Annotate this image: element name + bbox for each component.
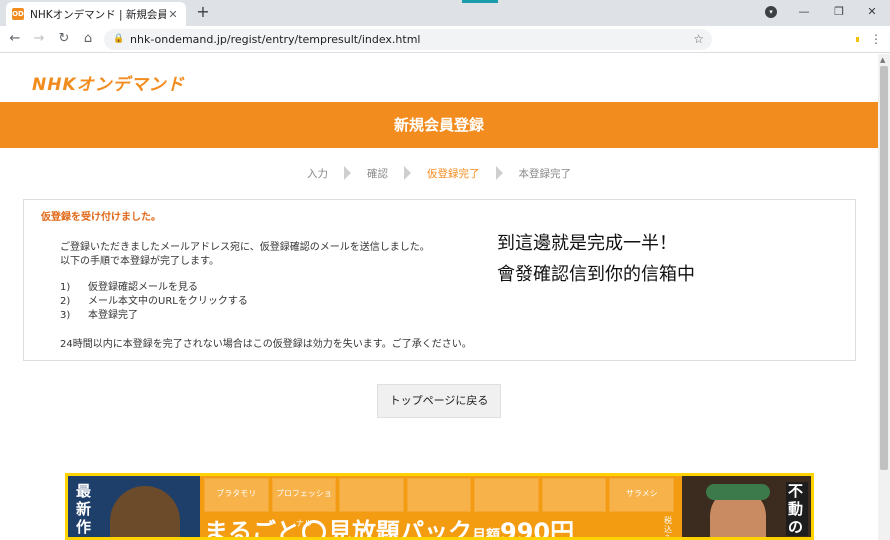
banner-left-panel: 最新作 (68, 476, 200, 537)
annotation-overlay: 到這邊就是完成一半！ 會發確認信到你的信箱中 (497, 228, 695, 290)
annotation-line: 會發確認信到你的信箱中 (497, 264, 695, 285)
url-text: nhk-ondemand.jp/regist/entry/tempresult/… (130, 33, 421, 46)
banner-person-image (110, 486, 180, 537)
site-logo[interactable]: NHKオンデマンド (32, 70, 185, 95)
home-icon[interactable]: ⌂ (79, 30, 97, 48)
page-title: 新規会員登録 (393, 116, 484, 134)
list-text: メール本文中のURLをクリックする (88, 296, 248, 307)
expiry-note: 24時間以内に本登録を完了されない場合はこの仮登録は効力を失います。ご了承くださ… (60, 339, 472, 350)
minimize-button[interactable]: — (790, 0, 818, 24)
tab-strip-indicator (462, 0, 498, 3)
window-close-button[interactable]: ✕ (858, 0, 886, 24)
promo-banner[interactable]: 最新作 ブラタモリ プロフェッショナル サラメシ まるごと 見放題パック月額990… (65, 473, 814, 540)
banner-left-text: 最新作 (76, 482, 92, 536)
step-confirm: 確認 (367, 167, 388, 180)
program-tile: ブラタモリ (204, 478, 269, 512)
banner-program-tiles: ブラタモリ プロフェッショナル サラメシ (204, 478, 675, 528)
page-scrollbar[interactable]: ▲ (878, 54, 890, 540)
notice-body-line: 以下の手順で本登録が完了します。 (60, 256, 219, 267)
address-toolbar: ← → ↻ ⌂ 🔒 nhk-ondemand.jp/regist/entry/t… (0, 26, 890, 53)
bookmark-star-icon[interactable]: ☆ (693, 29, 704, 50)
list-number: 3) (60, 310, 71, 321)
extension-icon[interactable] (856, 37, 859, 42)
step-temp-complete: 仮登録完了 (427, 167, 480, 180)
annotation-line: 到這邊就是完成一半！ (497, 233, 677, 254)
page-content: NHKオンデマンド 新規会員登録 入力 確認 仮登録完了 本登録完了 仮登録を受… (0, 54, 878, 540)
tab-close-icon[interactable]: ✕ (166, 8, 180, 21)
headline-text: まるごと (204, 518, 300, 540)
headline-price: 990円 (500, 518, 575, 540)
step-arrow-icon (495, 166, 503, 180)
back-to-top-button[interactable]: トップページに戻る (377, 384, 501, 418)
browser-menu-icon[interactable]: ⋮ (868, 30, 884, 48)
list-item: 2) メール本文中のURLをクリックする (60, 295, 248, 309)
url-input[interactable]: 🔒 nhk-ondemand.jp/regist/entry/tempresul… (104, 29, 712, 50)
step-final-complete: 本登録完了 (518, 167, 572, 180)
step-arrow-icon (344, 166, 351, 180)
forward-arrow-icon[interactable]: → (30, 30, 48, 48)
program-tile: プロフェッショナル (271, 478, 337, 528)
program-tile (339, 478, 404, 512)
list-number: 2) (60, 296, 71, 307)
profile-menu-icon[interactable]: ▾ (765, 6, 777, 18)
list-text: 本登録完了 (88, 310, 138, 321)
browser-tab[interactable]: OD NHKオンデマンド | 新規会員登録 ✕ (6, 2, 186, 26)
list-item: 1) 仮登録確認メールを見る (60, 281, 248, 295)
site-favicon-icon: OD (12, 8, 24, 20)
scroll-up-icon[interactable]: ▲ (880, 56, 885, 64)
program-tile (541, 478, 607, 512)
tab-title: NHKオンデマンド | 新規会員登録 (30, 8, 166, 21)
program-tile (406, 478, 472, 512)
headline-month: 月額 (472, 528, 500, 540)
progress-steps: 入力 確認 仮登録完了 本登録完了 (0, 164, 878, 182)
banner-headline: まるごと 見放題パック月額990円 (204, 512, 575, 540)
play-icon (302, 520, 326, 537)
new-tab-button[interactable]: + (194, 3, 212, 21)
list-number: 1) (60, 282, 71, 293)
notice-body: ご登録いただきましたメールアドレス宛に、仮登録確認のメールを送信しました。 以下… (60, 241, 430, 269)
banner-headscarf-image (706, 484, 770, 500)
reload-icon[interactable]: ↻ (55, 30, 73, 48)
browser-tab-bar: OD NHKオンデマンド | 新規会員登録 ✕ + ▾ — ❐ ✕ (0, 0, 890, 26)
restore-button[interactable]: ❐ (825, 0, 853, 24)
back-arrow-icon[interactable]: ← (6, 30, 24, 48)
banner-right-text: 不動の (786, 482, 808, 536)
steps-list: 1) 仮登録確認メールを見る 2) メール本文中のURLをクリックする 3) 本登録完… (60, 281, 248, 323)
program-tile (474, 478, 539, 512)
step-arrow-icon (404, 166, 411, 180)
scrollbar-thumb[interactable] (880, 66, 888, 470)
banner-right-panel: 不動の (682, 476, 811, 537)
tax-note: 税込み (664, 516, 672, 540)
step-input: 入力 (307, 167, 328, 180)
headline-text: 見放題パック (328, 518, 472, 540)
notice-heading: 仮登録を受け付けました。 (41, 212, 161, 223)
page-title-bar: 新規会員登録 (0, 102, 878, 148)
list-item: 3) 本登録完了 (60, 309, 248, 323)
lock-icon: 🔒 (113, 34, 125, 44)
program-tile: サラメシ (609, 478, 675, 512)
list-text: 仮登録確認メールを見る (88, 282, 198, 293)
notice-panel: 仮登録を受け付けました。 ご登録いただきましたメールアドレス宛に、仮登録確認のメ… (23, 199, 856, 361)
notice-body-line: ご登録いただきましたメールアドレス宛に、仮登録確認のメールを送信しました。 (60, 242, 430, 253)
